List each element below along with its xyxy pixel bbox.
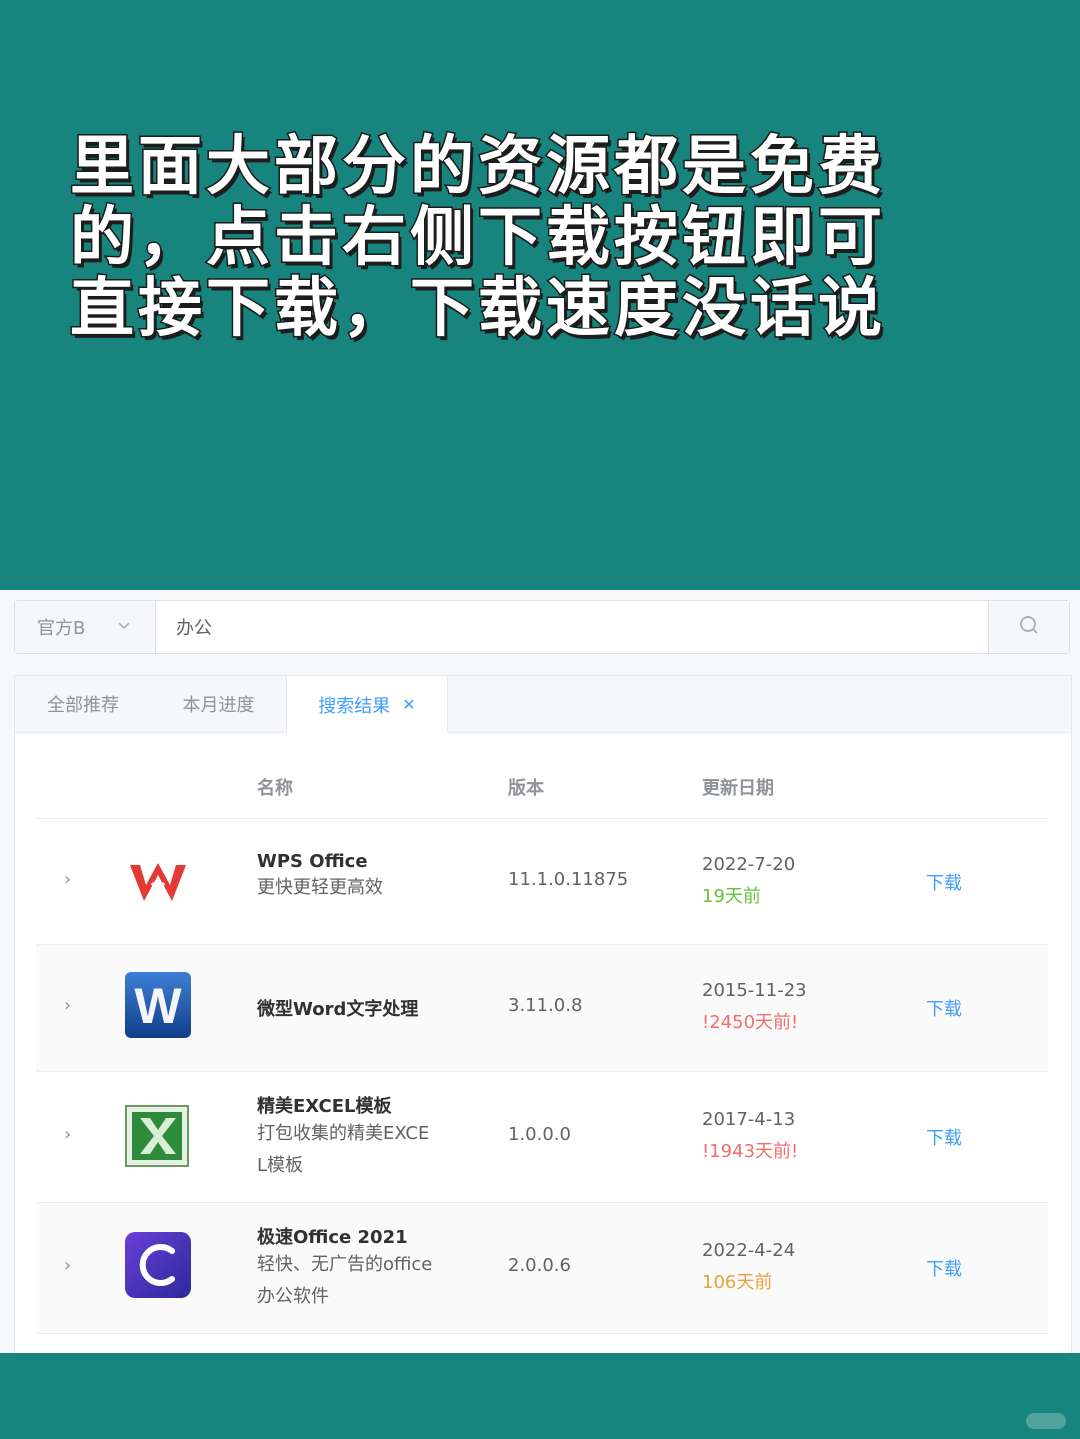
chevron-down-icon: [117, 619, 131, 635]
headline-line-2: 的，点击右侧下载按钮即可: [69, 201, 886, 275]
header-date: 更新日期: [702, 778, 774, 799]
search-query: 办公: [176, 618, 212, 639]
days-ago: !2450天前!: [702, 1012, 799, 1033]
days-ago: !1943天前!: [702, 1141, 799, 1162]
tab-label: 全部推荐: [47, 695, 119, 716]
download-link[interactable]: 下载: [926, 869, 962, 895]
headline: 里面大部分的资源都是免费 的，点击右侧下载按钮即可 直接下载，下载速度没话说: [69, 130, 1020, 346]
headline-line-1: 里面大部分的资源都是免费: [69, 130, 886, 204]
header-name: 名称: [257, 778, 293, 799]
chevron-right-icon[interactable]: ›: [64, 995, 71, 1016]
category-value: 官方B: [37, 618, 86, 639]
table-header: 名称 版本 更新日期: [36, 732, 1048, 819]
word-icon: W: [122, 969, 194, 1041]
header-version: 版本: [508, 778, 544, 799]
tab-label: 本月进度: [182, 695, 255, 716]
table-row[interactable]: › 极速Office 2021 轻快、无广告的office 办公软件 2.0.0…: [36, 1203, 1048, 1334]
banner: 里面大部分的资源都是免费 的，点击右侧下载按钮即可 直接下载，下载速度没话说: [0, 0, 1080, 590]
app-name-cell: WPS Office 更快更轻更高效: [257, 851, 383, 904]
tab-all-recommended[interactable]: 全部推荐: [15, 676, 151, 732]
update-date-cell: 2015-11-23 !2450天前!: [702, 975, 807, 1039]
download-link[interactable]: 下载: [926, 995, 962, 1021]
update-date-cell: 2017-4-13 !1943天前!: [702, 1104, 798, 1168]
download-link[interactable]: 下载: [926, 1255, 962, 1281]
app-panel: 官方B 办公 全部推荐 本月进度 搜索结果 ✕ 名称 版本 更新日期 › WPS…: [0, 590, 1080, 1375]
jisu-office-icon: [122, 1229, 194, 1301]
app-name-cell: 微型Word文字处理: [257, 995, 418, 1021]
app-desc: 打包收集的精美EXCE: [257, 1123, 430, 1144]
table-row[interactable]: › WPS Office 更快更轻更高效 11.1.0.11875 2022-7…: [36, 819, 1048, 945]
tab-bar: 全部推荐 本月进度 搜索结果 ✕: [15, 676, 1071, 733]
update-date-cell: 2022-7-20 19天前: [702, 849, 795, 913]
app-name-cell: 精美EXCEL模板 打包收集的精美EXCE L模板: [257, 1092, 429, 1182]
table-row[interactable]: › 精美EXCEL模板 打包收集的精美EXCE L模板 1.0.0.0 2017…: [36, 1072, 1048, 1203]
app-desc: 更快更轻更高效: [257, 877, 383, 898]
svg-text:W: W: [134, 978, 182, 1034]
update-date: 2022-4-24: [702, 1240, 796, 1261]
app-title: 精美EXCEL模板: [257, 1096, 392, 1117]
tab-monthly-progress[interactable]: 本月进度: [151, 676, 286, 732]
update-date: 2022-7-20: [702, 854, 796, 875]
app-name-cell: 极速Office 2021 轻快、无广告的office 办公软件: [257, 1223, 432, 1313]
watermark-badge: [1026, 1413, 1066, 1429]
search-button[interactable]: [988, 601, 1069, 653]
footer-band: [0, 1353, 1080, 1439]
days-ago: 106天前: [702, 1272, 773, 1293]
days-ago: 19天前: [702, 886, 761, 907]
chevron-right-icon[interactable]: ›: [64, 869, 71, 890]
app-title: 极速Office 2021: [257, 1227, 408, 1248]
update-date: 2017-4-13: [702, 1109, 796, 1130]
update-date-cell: 2022-4-24 106天前: [702, 1235, 795, 1299]
search-icon: [1018, 614, 1040, 640]
app-version: 3.11.0.8: [508, 995, 583, 1016]
app-desc: L模板: [257, 1155, 304, 1176]
chevron-right-icon[interactable]: ›: [64, 1124, 71, 1145]
excel-icon: [122, 1100, 194, 1172]
search-bar: 官方B 办公: [14, 600, 1070, 654]
app-version: 1.0.0.0: [508, 1124, 571, 1145]
category-select[interactable]: 官方B: [15, 601, 156, 653]
app-version: 11.1.0.11875: [508, 869, 629, 890]
search-input[interactable]: 办公: [156, 601, 988, 653]
headline-line-3: 直接下载，下载速度没话说: [69, 272, 886, 346]
app-desc: 轻快、无广告的office: [257, 1254, 433, 1275]
app-desc: 办公软件: [257, 1286, 329, 1307]
results-card: 全部推荐 本月进度 搜索结果 ✕ 名称 版本 更新日期 › WPS Office…: [14, 675, 1072, 1375]
close-icon[interactable]: ✕: [402, 695, 415, 714]
tab-label: 搜索结果: [318, 695, 391, 717]
chevron-right-icon[interactable]: ›: [64, 1255, 71, 1276]
app-title: WPS Office: [257, 851, 368, 872]
table-row[interactable]: › W 微型Word文字处理 3.11.0.8 2015-11-23 !2450…: [36, 945, 1048, 1072]
wps-office-icon: [122, 845, 194, 917]
app-title: 微型Word文字处理: [257, 999, 419, 1020]
download-link[interactable]: 下载: [926, 1124, 962, 1150]
tab-search-results[interactable]: 搜索结果 ✕: [286, 676, 448, 733]
app-version: 2.0.0.6: [508, 1255, 571, 1276]
update-date: 2015-11-23: [702, 980, 807, 1001]
